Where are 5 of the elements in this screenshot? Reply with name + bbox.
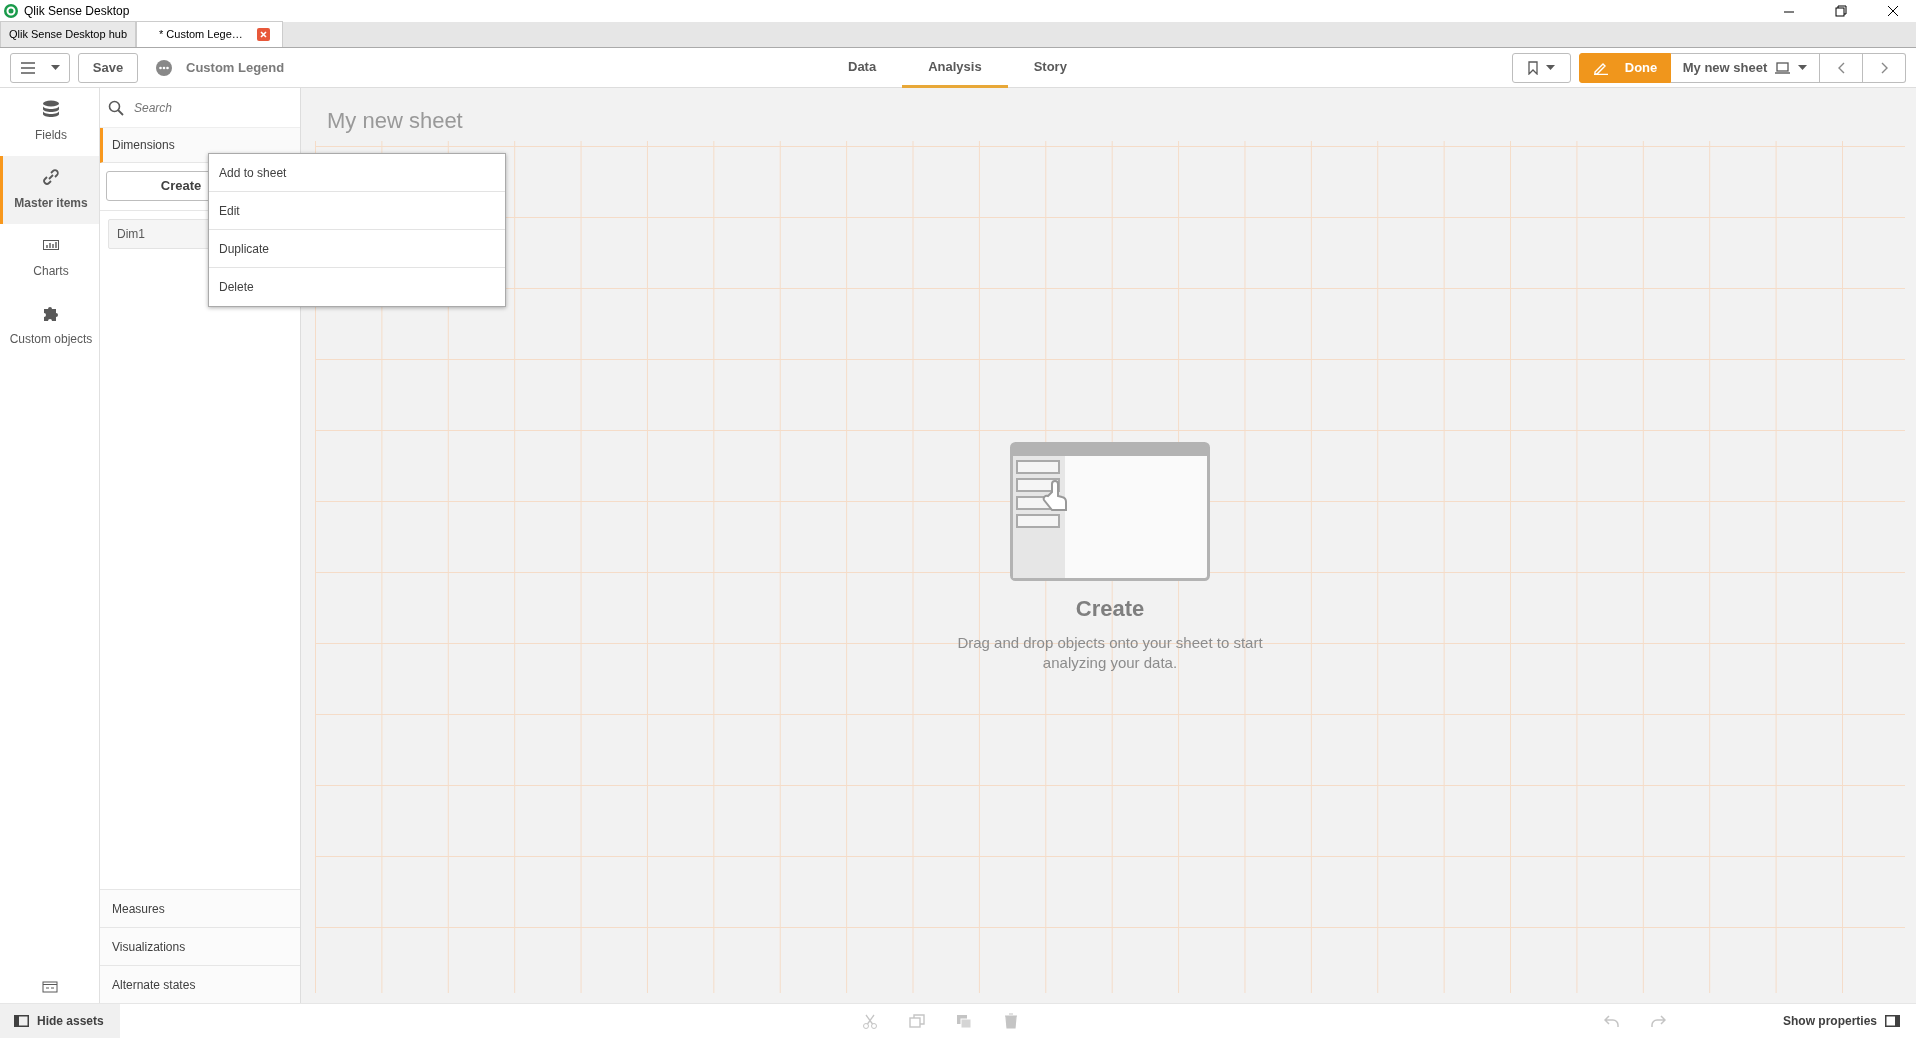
app-name: Custom Legend — [186, 58, 285, 77]
window-title: Qlik Sense Desktop — [24, 3, 130, 20]
create-hint: Drag and drop objects onto your sheet to start analyzing your data. — [956, 632, 1264, 673]
sheet-title: My new sheet — [327, 108, 464, 135]
create-heading: Create — [1075, 594, 1145, 623]
